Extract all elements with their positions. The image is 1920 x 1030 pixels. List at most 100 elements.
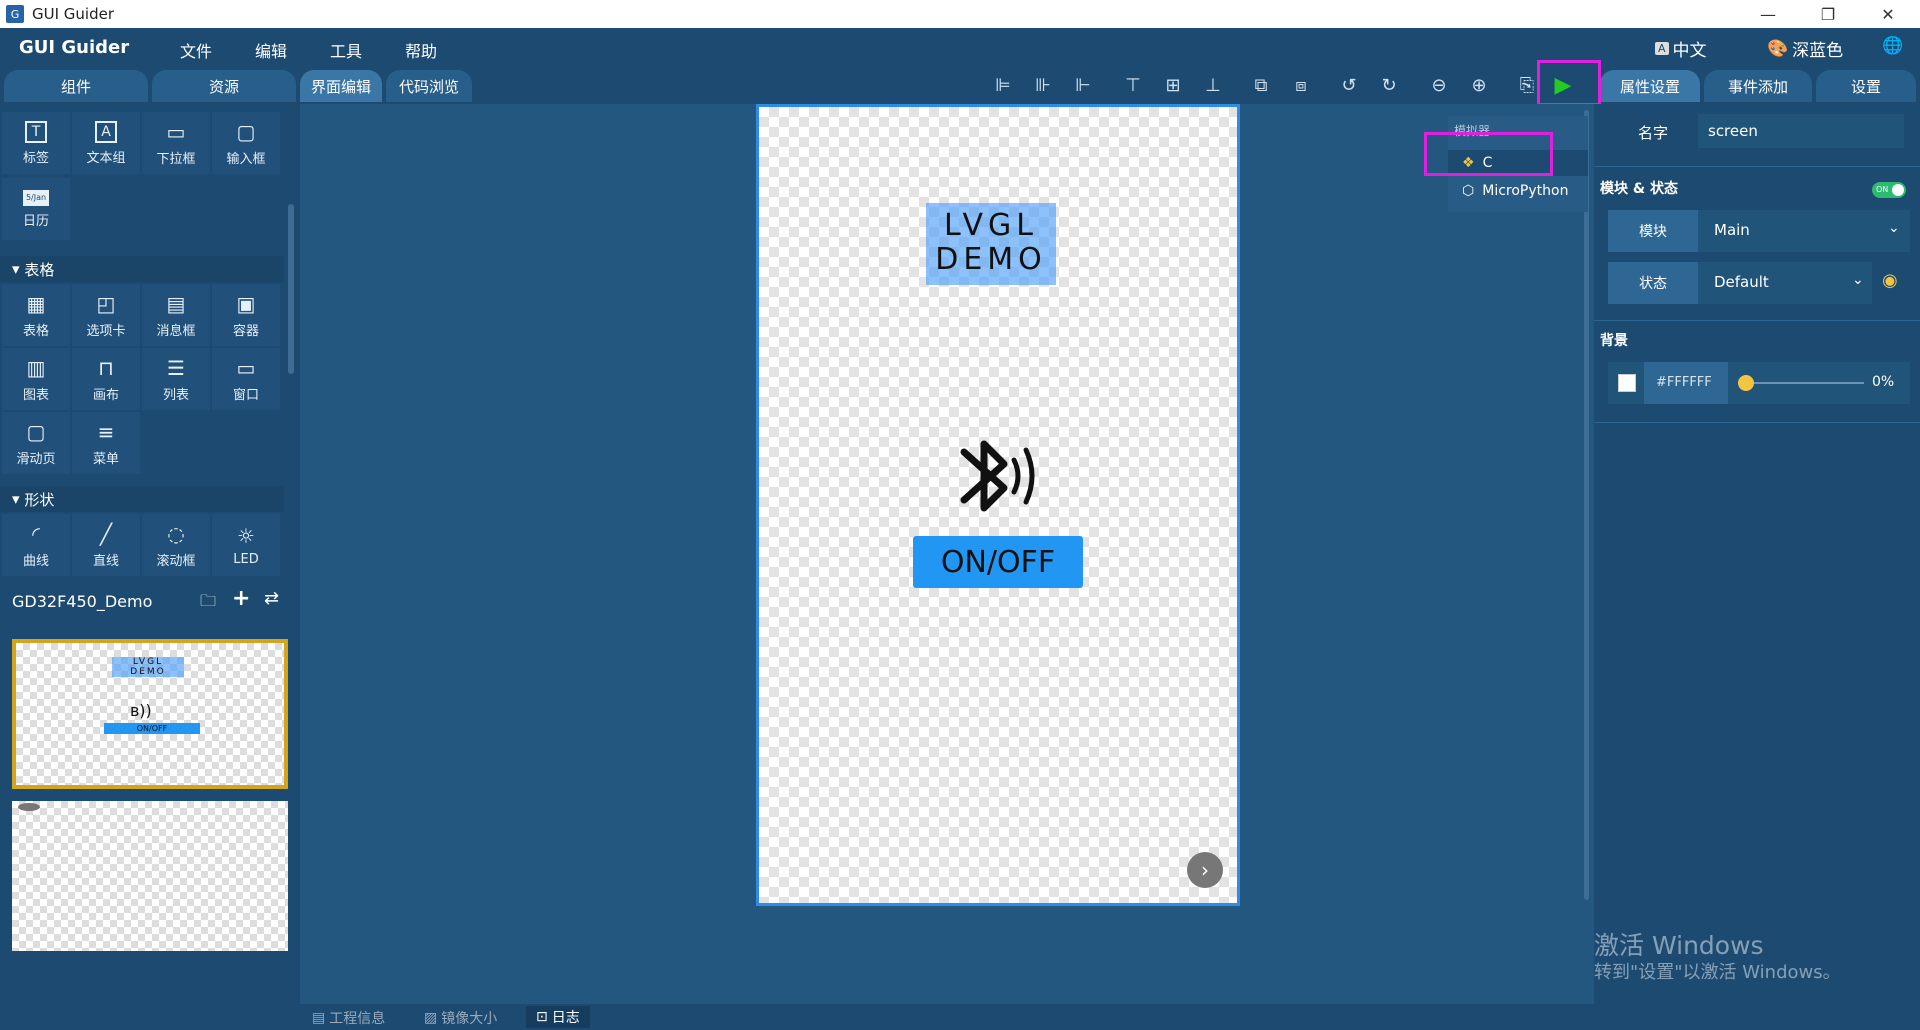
tab-events[interactable]: 事件添加 [1704,70,1812,102]
background-title: 背景 [1600,333,1628,349]
chevron-down-icon[interactable]: ⌄ [1888,220,1900,236]
tab-ui-editor[interactable]: 界面编辑 [300,70,382,102]
on-off-button[interactable]: ON/OFF [913,536,1083,588]
widget-text-group[interactable]: A 文本组 [72,112,140,174]
tab-resources[interactable]: 资源 [152,70,296,102]
c-option-highlight-box [1424,132,1553,176]
eye-icon[interactable]: ◉ [1882,270,1898,291]
widget-led-text: LED [233,551,259,567]
align-middle-icon[interactable]: ⊞ [1160,73,1186,97]
opacity-slider-knob[interactable] [1738,375,1754,391]
menu-help[interactable]: 帮助 [405,38,437,62]
dropdown-icon: ▭ [166,119,186,144]
module-select-value[interactable]: Main [1714,221,1750,239]
tab-properties[interactable]: 属性设置 [1600,70,1700,102]
menu-edit[interactable]: 编辑 [255,38,287,62]
thumbnail-title-line2: DEMO [130,667,166,677]
widget-label[interactable]: T 标签 [2,112,70,174]
widget-menu-text: 菜单 [92,451,119,467]
screen-thumbnail-2[interactable] [12,801,288,951]
language-switch[interactable]: A 中文 [1655,36,1707,61]
send-back-icon[interactable]: ⧈ [1288,73,1314,97]
widget-line[interactable]: ╱ 直线 [72,514,140,576]
widget-spinner[interactable]: ◌ 滚动框 [142,514,210,576]
align-bottom-icon[interactable]: ⊥ [1200,73,1226,97]
table-icon: ▦ [26,291,46,316]
folder-icon[interactable]: 🗀 [200,590,216,617]
widget-table[interactable]: ▦ 表格 [2,284,70,346]
widget-scrollbar[interactable] [288,204,294,374]
widget-input[interactable]: ▢ 输入框 [212,112,280,174]
widget-label-text: 标签 [22,150,49,166]
led-icon: ☼ [237,523,255,548]
close-button[interactable]: ✕ [1860,0,1916,28]
lvgl-demo-line2: DEMO [935,242,1047,277]
align-top-icon[interactable]: ⊤ [1120,73,1146,97]
widget-calendar[interactable]: 5/Jan 日历 [2,178,70,240]
menu-file[interactable]: 文件 [180,38,212,62]
redo-icon[interactable]: ↻ [1376,73,1402,97]
simulator-option-micropython[interactable]: ⬡ MicroPython [1448,178,1588,204]
align-left-icon[interactable]: ⊫ [990,73,1016,97]
bg-color-swatch[interactable] [1618,374,1636,392]
section-tables[interactable]: ▾ 表格 [0,256,284,282]
widget-list[interactable]: ☰ 列表 [142,348,210,410]
widget-menu[interactable]: ≡ 菜单 [72,412,140,474]
widget-chart[interactable]: ▥ 图表 [2,348,70,410]
tab-log[interactable]: ⊡ 日志 [526,1006,590,1028]
bring-front-icon[interactable]: ⧉ [1248,73,1274,97]
text-group-icon: A [95,120,117,143]
screen-thumbnail-1[interactable]: LVGL DEMO ʙ)) ON/OFF [12,639,288,789]
tab-settings[interactable]: 设置 [1816,70,1916,102]
tab-project-info[interactable]: ▤ 工程信息 [312,1008,385,1028]
simulator-option-micropython-label: MicroPython [1482,183,1569,199]
globe-icon[interactable]: 🌐 [1882,36,1903,56]
chevron-right-icon[interactable]: › [1187,852,1223,888]
input-icon: ▢ [236,119,256,144]
tab-code-viewer[interactable]: 代码浏览 [386,70,472,102]
widget-tileview-text: 滑动页 [16,451,56,467]
theme-switch[interactable]: 🎨 深蓝色 [1767,36,1843,62]
widget-arc[interactable]: ◜ 曲线 [2,514,70,576]
spinner-icon: ◌ [167,521,185,546]
widget-dropdown[interactable]: ▭ 下拉框 [142,112,210,174]
widget-tabview[interactable]: ◰ 选项卡 [72,284,140,346]
widget-canvas[interactable]: ⊓ 画布 [72,348,140,410]
tileview-icon: ▢ [26,419,46,444]
restore-button[interactable]: ❐ [1800,0,1856,28]
widget-tileview[interactable]: ▢ 滑动页 [2,412,70,474]
bluetooth-audio-icon[interactable] [954,430,1044,522]
thumbnail-2-dot [18,803,40,811]
toggle-knob [1892,184,1904,196]
tab-components[interactable]: 组件 [4,70,148,102]
module-state-toggle[interactable]: ON [1872,182,1906,198]
section-tables-label: 表格 [24,260,55,279]
opacity-slider-track[interactable] [1744,382,1864,384]
lvgl-demo-line1: LVGL [944,208,1038,243]
tab-image-size[interactable]: ▨ 镜像大小 [424,1008,497,1028]
name-input[interactable]: screen [1698,114,1904,148]
zoom-in-icon[interactable]: ⊕ [1466,73,1492,97]
zoom-out-icon[interactable]: ⊖ [1426,73,1452,97]
align-right-icon[interactable]: ⊩ [1070,73,1096,97]
section-shapes[interactable]: ▾ 形状 [0,486,284,512]
widget-msgbox[interactable]: ▤ 消息框 [142,284,210,346]
state-chevron-down-icon[interactable]: ⌄ [1852,272,1864,288]
module-row: 模块 Main ⌄ [1608,210,1910,252]
align-center-icon[interactable]: ⊪ [1030,73,1056,97]
widget-window[interactable]: ▭ 窗口 [212,348,280,410]
canvas-scrollbar[interactable] [1584,110,1589,900]
undo-icon[interactable]: ↺ [1336,73,1362,97]
lvgl-demo-label[interactable]: LVGL DEMO [926,203,1056,285]
widget-container[interactable]: ▣ 容器 [212,284,280,346]
run-highlight-box [1537,60,1601,106]
name-label: 名字 [1638,124,1669,142]
minimize-button[interactable]: — [1740,0,1796,28]
widget-canvas-text: 画布 [92,387,119,403]
add-screen-icon[interactable]: + [232,586,250,611]
refresh-icon[interactable]: ⇄ [264,588,279,609]
widget-led[interactable]: ☼ LED [212,514,280,576]
tabview-icon: ◰ [96,291,116,316]
menu-tools[interactable]: 工具 [330,38,362,62]
state-select-value[interactable]: Default [1714,273,1769,291]
